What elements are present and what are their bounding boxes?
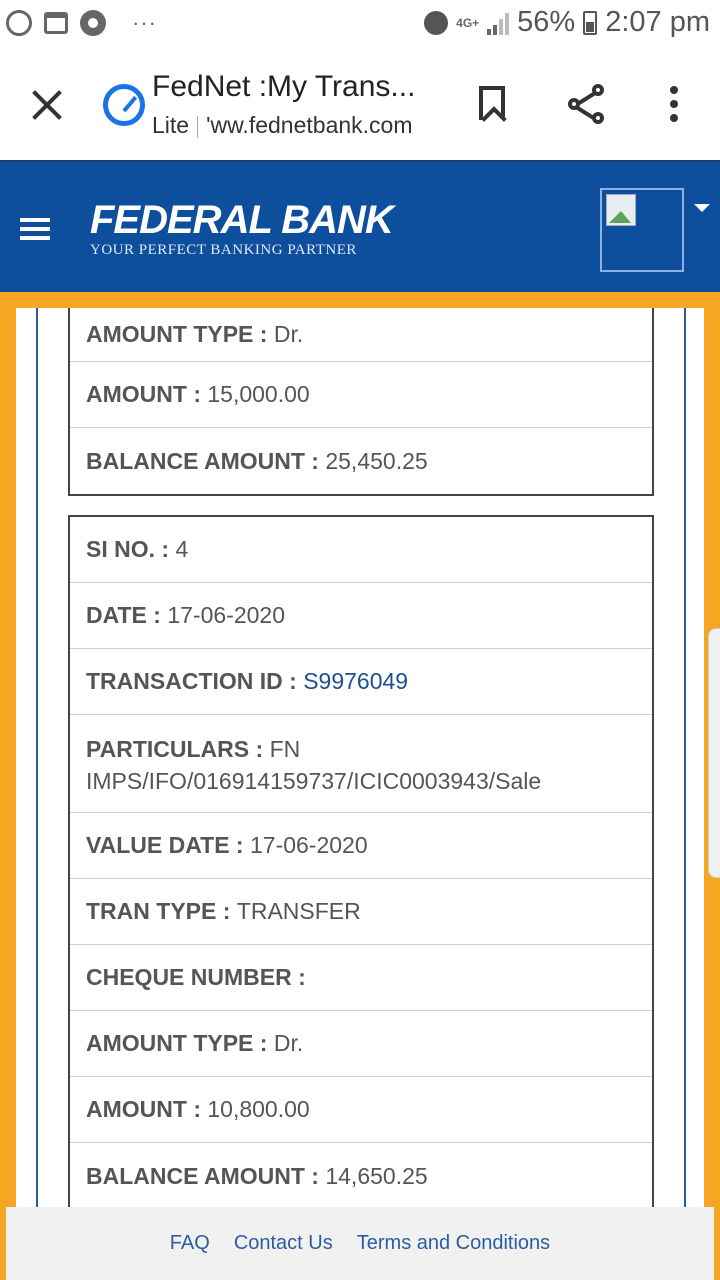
field-amount-type: AMOUNT TYPE : Dr.	[70, 308, 652, 362]
bank-logo: FEDERAL BANK YOUR PERFECT BANKING PARTNE…	[90, 198, 394, 259]
bank-name: FEDERAL BANK	[90, 198, 394, 242]
calendar-icon	[44, 12, 68, 34]
field-si-no: SI NO. : 4	[70, 517, 652, 583]
field-label: BALANCE AMOUNT :	[86, 1162, 326, 1189]
field-amount-type: AMOUNT TYPE : Dr.	[70, 1011, 652, 1077]
field-label: DATE :	[86, 602, 168, 628]
alarm-icon	[424, 10, 449, 35]
field-label: TRANSACTION ID :	[86, 668, 304, 694]
field-value: Dr.	[273, 1030, 304, 1056]
chevron-down-icon[interactable]	[694, 204, 710, 212]
field-label: AMOUNT TYPE :	[86, 321, 274, 347]
url-row[interactable]: Lite 'ww.fednetbank.com	[152, 112, 413, 139]
field-particulars: PARTICULARS : FN IMPS/IFO/016914159737/I…	[70, 715, 652, 813]
profile-image[interactable]	[600, 188, 684, 272]
transaction-card-4: SI NO. : 4 DATE : 17-06-2020 TRANSACTION…	[68, 515, 654, 1209]
field-transaction-id: TRANSACTION ID : S9976049	[70, 649, 652, 715]
battery-icon	[583, 10, 598, 35]
divider-left	[36, 308, 38, 1228]
terms-link[interactable]: Terms and Conditions	[357, 1232, 550, 1255]
battery-level: 56%	[517, 6, 576, 38]
field-value: 17-06-2020	[167, 602, 285, 628]
page-title: FedNet :My Trans...	[152, 70, 416, 103]
lite-label: Lite	[152, 112, 190, 138]
divider-right	[684, 308, 686, 1228]
url-text: 'ww.fednetbank.com	[206, 112, 413, 138]
field-cheque-number: CHEQUE NUMBER :	[70, 945, 652, 1011]
field-value: TRANSFER	[236, 898, 361, 924]
field-label: TRAN TYPE :	[86, 898, 237, 924]
field-value: 14,650.25	[325, 1162, 428, 1189]
browser-toolbar: FedNet :My Trans... Lite 'ww.fednetbank.c…	[0, 50, 720, 160]
field-value-date: VALUE DATE : 17-06-2020	[70, 813, 652, 879]
field-label: VALUE DATE :	[86, 832, 250, 858]
field-label: PARTICULARS :	[86, 736, 270, 762]
close-icon[interactable]	[30, 88, 64, 122]
bookmark-icon[interactable]	[479, 86, 505, 120]
field-label: SI NO. :	[86, 536, 176, 562]
field-value: 15,000.00	[207, 381, 310, 407]
share-icon[interactable]	[568, 84, 608, 124]
field-value: Dr.	[273, 321, 304, 347]
field-value: 17-06-2020	[249, 832, 368, 858]
footer: FAQ Contact Us Terms and Conditions	[6, 1207, 714, 1280]
contact-us-link[interactable]: Contact Us	[234, 1232, 333, 1255]
lite-mode-icon[interactable]	[103, 84, 145, 126]
bank-header: FEDERAL BANK YOUR PERFECT BANKING PARTNE…	[0, 160, 720, 292]
field-label: CHEQUE NUMBER :	[86, 964, 313, 990]
field-tran-type: TRAN TYPE : TRANSFER	[70, 879, 652, 945]
signal-icon	[487, 11, 510, 35]
broken-image-icon	[606, 194, 636, 226]
more-options-icon[interactable]	[668, 86, 680, 122]
field-date: DATE : 17-06-2020	[70, 583, 652, 649]
field-label: AMOUNT :	[86, 381, 208, 407]
network-type: 4G+	[456, 15, 480, 30]
more-notifications-icon: ···	[132, 10, 157, 35]
field-balance-amount: BALANCE AMOUNT : 25,450.25	[70, 428, 652, 494]
field-amount: AMOUNT : 10,800.00	[70, 1077, 652, 1143]
transaction-id-link[interactable]: S9976049	[303, 668, 408, 695]
scrollbar[interactable]	[708, 628, 720, 878]
transaction-card-previous: AMOUNT TYPE : Dr. AMOUNT : 15,000.00 BAL…	[68, 308, 654, 496]
field-value: 25,450.25	[325, 447, 428, 474]
whatsapp-icon	[6, 10, 32, 36]
field-value: 4	[175, 536, 189, 562]
field-label: AMOUNT TYPE :	[86, 1030, 274, 1056]
field-label: BALANCE AMOUNT :	[86, 447, 326, 474]
field-value: 10,800.00	[207, 1096, 310, 1122]
field-label: AMOUNT :	[86, 1096, 208, 1122]
clock: 2:07 pm	[605, 6, 710, 38]
status-bar: ··· 4G+ 56% 2:07 pm	[0, 0, 720, 50]
chrome-icon	[80, 10, 106, 36]
field-amount: AMOUNT : 15,000.00	[70, 362, 652, 428]
bank-tagline: YOUR PERFECT BANKING PARTNER	[90, 242, 357, 258]
menu-icon[interactable]	[20, 218, 50, 240]
field-balance-amount: BALANCE AMOUNT : 14,650.25	[70, 1143, 652, 1209]
faq-link[interactable]: FAQ	[170, 1232, 210, 1255]
